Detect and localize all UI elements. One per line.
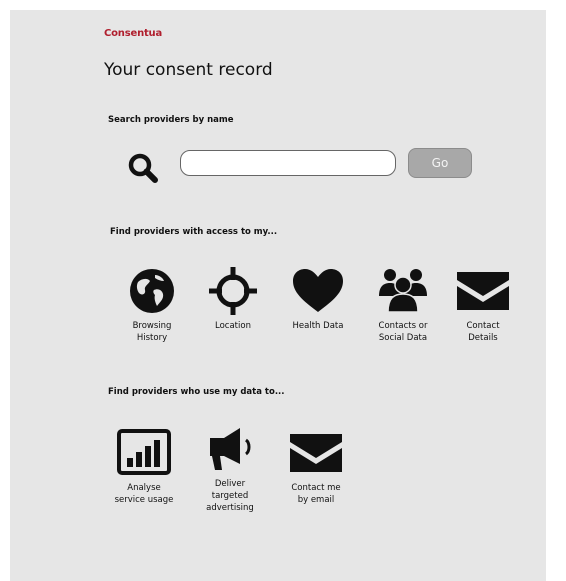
access-tile-label: Contacts or Social Data bbox=[378, 321, 428, 343]
heart-icon bbox=[293, 269, 343, 312]
access-tile-label: Contact Details bbox=[466, 321, 500, 343]
access-tile-label: Browsing History bbox=[132, 321, 172, 343]
people-icon bbox=[379, 269, 427, 313]
access-section-label: Find providers with access to my... bbox=[110, 227, 278, 237]
access-tile-label: Health Data bbox=[292, 321, 344, 331]
access-tile-contact-details[interactable]: Contact Details bbox=[443, 266, 523, 344]
go-button[interactable]: Go bbox=[408, 148, 472, 178]
bar-chart-icon bbox=[117, 429, 171, 475]
use-tile-targeted-advertising[interactable]: Deliver targeted advertising bbox=[190, 424, 270, 514]
use-tile-label: Deliver targeted advertising bbox=[206, 479, 254, 513]
page-title: Your consent record bbox=[104, 60, 273, 80]
envelope-icon bbox=[457, 272, 509, 310]
search-section-label: Search providers by name bbox=[108, 115, 234, 125]
megaphone-icon bbox=[210, 428, 251, 470]
use-tile-analyse-usage[interactable]: Analyse service usage bbox=[104, 428, 184, 506]
use-tile-label: Analyse service usage bbox=[114, 483, 174, 505]
search-input[interactable] bbox=[180, 150, 396, 176]
globe-icon bbox=[130, 269, 174, 313]
access-tile-contacts-social[interactable]: Contacts or Social Data bbox=[363, 266, 443, 344]
envelope-icon bbox=[290, 434, 342, 472]
use-section-label: Find providers who use my data to... bbox=[108, 387, 285, 397]
access-tile-health-data[interactable]: Health Data bbox=[278, 266, 358, 332]
access-tile-browsing-history[interactable]: Browsing History bbox=[112, 266, 192, 344]
search-icon bbox=[128, 153, 158, 183]
crosshair-icon bbox=[209, 267, 257, 315]
access-tile-label: Location bbox=[215, 321, 251, 331]
use-tile-label: Contact me by email bbox=[291, 483, 341, 505]
brand-logo: Consentua bbox=[104, 28, 163, 39]
access-tile-location[interactable]: Location bbox=[193, 266, 273, 332]
use-tile-contact-by-email[interactable]: Contact me by email bbox=[276, 428, 356, 506]
